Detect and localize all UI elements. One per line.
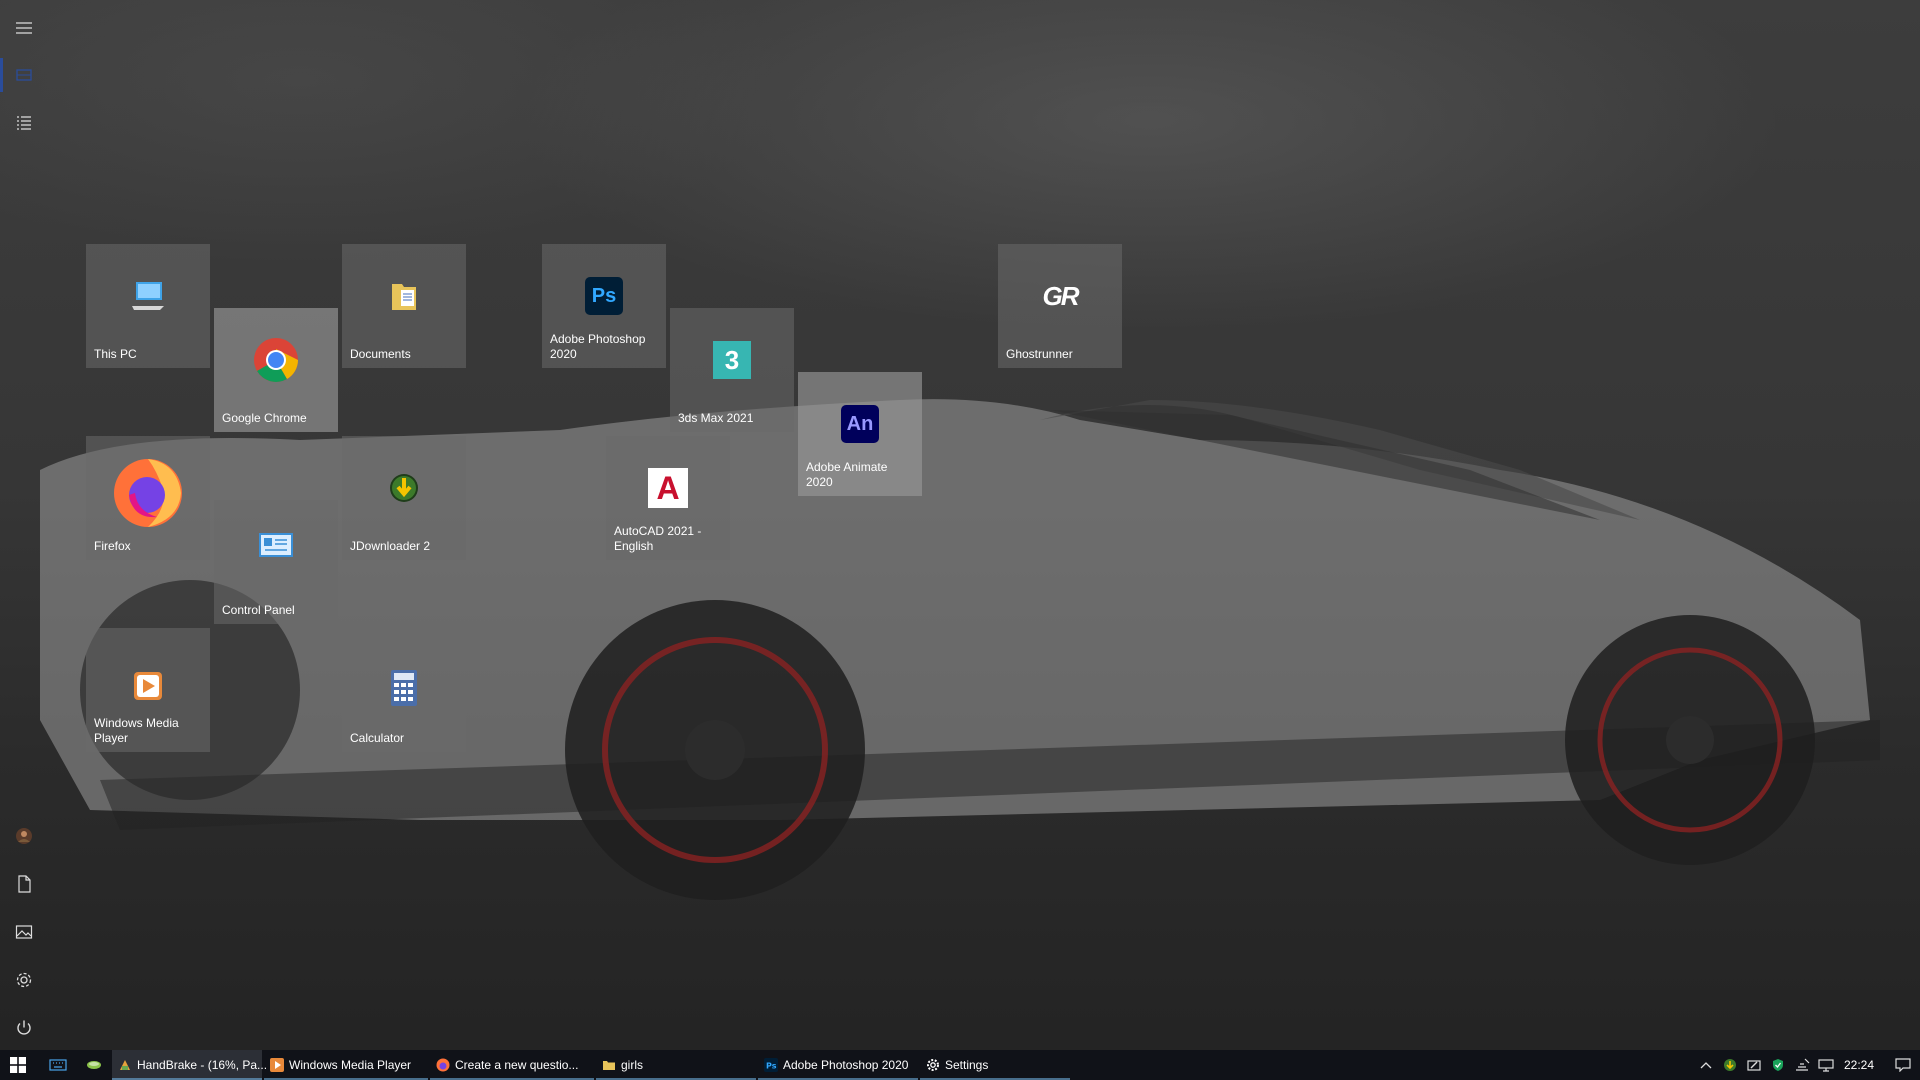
taskbar-item-windows-media-player[interactable]: Windows Media Player: [264, 1050, 428, 1080]
menu-icon[interactable]: [0, 4, 48, 52]
tile-label: Firefox: [94, 539, 131, 553]
autocad-icon: A: [606, 464, 730, 512]
tile-google-chrome[interactable]: Google Chrome: [214, 308, 338, 432]
network-icon[interactable]: [1790, 1050, 1814, 1080]
media-player-icon: [86, 668, 210, 704]
settings-icon[interactable]: [0, 956, 48, 1004]
tile-label: JDownloader 2: [350, 539, 431, 553]
photoshop-icon: Ps: [764, 1058, 778, 1072]
animate-icon: An: [798, 400, 922, 448]
system-tray: 22:24: [1694, 1050, 1920, 1080]
taskbar-item-label: Settings: [945, 1058, 989, 1072]
tile-label: 3ds Max 2021: [678, 411, 754, 425]
folder-icon: [603, 1061, 615, 1070]
display-icon[interactable]: [1814, 1050, 1838, 1080]
pictures-icon[interactable]: [0, 908, 48, 956]
jdownloader-tray-icon[interactable]: [1718, 1050, 1742, 1080]
notifications-icon[interactable]: [1886, 1050, 1920, 1080]
tile-ghostrunner[interactable]: GR Ghostrunner: [998, 244, 1122, 368]
tile-this-pc[interactable]: This PC: [86, 244, 210, 368]
tile-control-panel[interactable]: Control Panel: [214, 500, 338, 624]
gear-icon: [927, 1059, 939, 1071]
calculator-icon: [342, 668, 466, 708]
tile-label: Ghostrunner: [1006, 347, 1073, 361]
tile-label: Google Chrome: [222, 411, 307, 425]
media-player-icon: [270, 1058, 284, 1072]
taskbar-item-settings[interactable]: Settings: [920, 1050, 1070, 1080]
documents-folder-icon: [342, 272, 466, 320]
tile-adobe-photoshop[interactable]: Ps Adobe Photoshop 2020: [542, 244, 666, 368]
tile-label: Control Panel: [222, 603, 295, 617]
tiles-icon[interactable]: [0, 51, 48, 99]
taskbar-item-label: Adobe Photoshop 2020: [783, 1058, 909, 1072]
taskbar-item-girls-folder[interactable]: girls: [596, 1050, 756, 1080]
tile-windows-media-player[interactable]: Windows Media Player: [86, 628, 210, 752]
tile-jdownloader[interactable]: JDownloader 2: [342, 436, 466, 560]
document-icon[interactable]: [0, 860, 48, 908]
chevron-up-icon[interactable]: [1694, 1050, 1718, 1080]
tile-label: This PC: [94, 347, 137, 361]
tile-label: Documents: [350, 347, 411, 361]
security-shield-icon[interactable]: [1766, 1050, 1790, 1080]
start-button[interactable]: [0, 1050, 36, 1080]
tile-label: Adobe Animate 2020: [806, 460, 888, 489]
power-icon[interactable]: [0, 1004, 48, 1052]
list-icon[interactable]: [0, 99, 48, 147]
control-panel-icon: [214, 522, 338, 570]
keyboard-icon[interactable]: [40, 1050, 76, 1080]
3ds-max-icon: 3: [670, 336, 794, 384]
tile-firefox[interactable]: Firefox: [86, 436, 210, 560]
chrome-icon: [214, 336, 338, 384]
tile-label: AutoCAD 2021 - English: [614, 524, 702, 553]
taskbar-item-label: girls: [621, 1058, 644, 1072]
start-menu-rail: [0, 0, 48, 1050]
clock[interactable]: 22:24: [1838, 1058, 1886, 1072]
pen-tablet-icon[interactable]: [1742, 1050, 1766, 1080]
svg-text:Ps: Ps: [766, 1062, 777, 1071]
taskbar-item-handbrake[interactable]: HandBrake - (16%, Pa...: [112, 1050, 267, 1080]
tile-autocad[interactable]: A AutoCAD 2021 - English: [606, 436, 730, 560]
avatar[interactable]: [0, 812, 48, 860]
computer-icon: [86, 272, 210, 320]
taskbar-item-label: Windows Media Player: [289, 1058, 412, 1072]
taskbar-item-photoshop[interactable]: Ps Adobe Photoshop 2020: [758, 1050, 918, 1080]
tile-label: Adobe Photoshop 2020: [550, 332, 646, 361]
green-app-icon[interactable]: [76, 1050, 112, 1080]
taskbar-item-label: Create a new questio...: [455, 1058, 579, 1072]
tile-adobe-animate[interactable]: An Adobe Animate 2020: [798, 372, 922, 496]
windows-logo-icon: [10, 1057, 26, 1073]
handbrake-icon: [120, 1060, 130, 1070]
taskbar-item-label: HandBrake - (16%, Pa...: [137, 1058, 268, 1072]
ghostrunner-icon: GR: [1042, 280, 1080, 311]
firefox-icon: [86, 450, 210, 530]
firefox-icon: [436, 1058, 450, 1072]
photoshop-icon: Ps: [542, 272, 666, 320]
taskbar: HandBrake - (16%, Pa... Windows Media Pl…: [0, 1050, 1920, 1080]
tile-calculator[interactable]: Calculator: [342, 628, 466, 752]
tile-documents[interactable]: Documents: [342, 244, 466, 368]
tile-label: Calculator: [350, 731, 405, 745]
tile-3ds-max[interactable]: 3 3ds Max 2021: [670, 308, 794, 432]
tile-label: Windows Media Player: [94, 716, 179, 745]
taskbar-item-firefox[interactable]: Create a new questio...: [430, 1050, 594, 1080]
jdownloader-icon: [342, 464, 466, 512]
